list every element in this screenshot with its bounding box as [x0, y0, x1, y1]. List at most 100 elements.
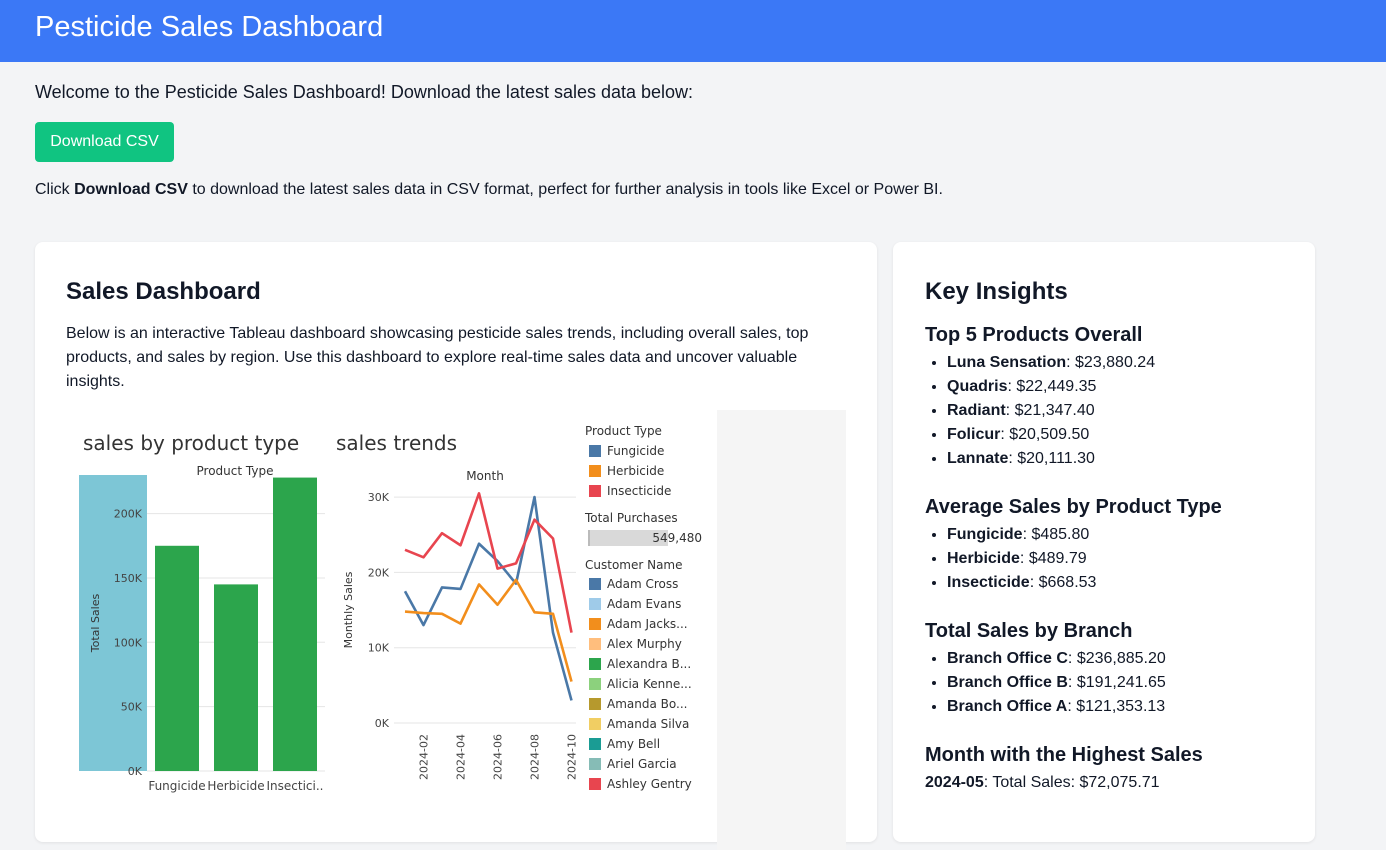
key-insights-card: Key Insights Top 5 Products Overall Luna…	[893, 242, 1315, 842]
list-item: Quadris: $22,449.35	[947, 375, 1155, 399]
item-name: Herbicide	[947, 550, 1020, 567]
legend-label: Amanda Bo...	[607, 697, 687, 711]
item-name: Fungicide	[947, 526, 1023, 543]
download-csv-button[interactable]: Download CSV	[35, 122, 174, 162]
bar-chart[interactable]: sales by product type Product Type Total…	[79, 431, 325, 793]
viz-scroll-area	[717, 410, 846, 850]
legend-swatch	[589, 578, 601, 590]
legend-label: Amy Bell	[607, 737, 660, 751]
item-name: Insecticide	[947, 574, 1030, 591]
legend-label: Ashley Gentry	[607, 777, 692, 791]
dashboard-title: Sales Dashboard	[66, 278, 261, 305]
legend-label: Amanda Silva	[607, 717, 689, 731]
line-series-herbicide[interactable]	[404, 578, 573, 682]
legend-label: Alexandra B...	[607, 657, 691, 671]
item-name: Quadris	[947, 378, 1008, 395]
line-y-axis-label: Monthly Sales	[342, 571, 355, 648]
item-value: : $489.79	[1019, 550, 1087, 567]
bar-y-tick-label: 150K	[114, 572, 143, 585]
total-purchases-bar-marker	[588, 530, 590, 546]
line-y-tick-label: 20K	[368, 566, 390, 579]
legend-label: Insecticide	[607, 484, 671, 498]
list-item: Luna Sensation: $23,880.24	[947, 351, 1155, 375]
download-note: Click Download CSV to download the lates…	[35, 181, 943, 199]
legend-label: Alicia Kenne...	[607, 677, 692, 691]
legend-label: Adam Evans	[607, 597, 681, 611]
item-name: Branch Office B	[947, 674, 1068, 691]
item-value: : $20,509.50	[1000, 426, 1090, 443]
item-value: : $20,111.30	[1008, 450, 1095, 467]
top-products-section: Top 5 Products Overall Luna Sensation: $…	[925, 324, 1155, 471]
bar-herbicide[interactable]	[214, 584, 258, 771]
list-item: Branch Office B: $191,241.65	[947, 671, 1166, 695]
bar-x-tick-label: Herbicide	[207, 779, 264, 793]
item-value: : $236,885.20	[1067, 650, 1166, 667]
item-name: Lannate	[947, 450, 1009, 467]
list-item: Folicur: $20,509.50	[947, 423, 1155, 447]
line-chart[interactable]: sales trends Month Monthly Sales 0K 10K 20…	[336, 431, 579, 780]
legend-total-purchases-title: Total Purchases	[584, 511, 678, 525]
highest-month-heading: Month with the Highest Sales	[925, 744, 1203, 766]
list-item: Branch Office C: $236,885.20	[947, 647, 1166, 671]
line-chart-title: sales trends	[336, 431, 457, 455]
legend-swatch	[589, 598, 601, 610]
item-value: : $22,449.35	[1007, 378, 1097, 395]
bar-insecticide[interactable]	[273, 477, 317, 771]
highest-month-value: 2024-05	[925, 774, 984, 791]
legend-swatch	[589, 618, 601, 630]
legend-swatch	[589, 698, 601, 710]
sales-dashboard-card: Sales Dashboard Below is an interactive …	[35, 242, 877, 850]
bar-y-tick-label: 200K	[114, 508, 143, 521]
item-name: Luna Sensation	[947, 354, 1067, 371]
legend-label: Adam Cross	[607, 577, 678, 591]
line-x-tick-label: 2024-08	[529, 734, 542, 780]
legend-panel: Product Type Fungicide Herbicide Insectici…	[584, 424, 702, 791]
by-branch-section: Total Sales by Branch Branch Office C: $…	[925, 620, 1166, 719]
item-name: Radiant	[947, 402, 1006, 419]
bar-fungicide[interactable]	[155, 545, 199, 771]
legend-swatch	[589, 485, 601, 497]
bar-y-tick-label: 50K	[121, 701, 143, 714]
line-y-tick-label: 30K	[368, 491, 390, 504]
note-prefix: Click	[35, 181, 75, 198]
item-name: Folicur	[947, 426, 1001, 443]
legend-swatch	[589, 758, 601, 770]
item-value: : $668.53	[1029, 574, 1097, 591]
legend-swatch	[589, 638, 601, 650]
line-x-tick-label: 2024-04	[455, 734, 468, 780]
legend-label: Fungicide	[607, 444, 664, 458]
line-y-tick-label: 10K	[368, 642, 390, 655]
top-products-heading: Top 5 Products Overall	[925, 324, 1143, 346]
line-chart-column-header: Month	[466, 469, 504, 483]
list-item: Radiant: $21,347.40	[947, 399, 1155, 423]
legend-swatch	[589, 465, 601, 477]
list-item: Lannate: $20,111.30	[947, 447, 1155, 471]
item-name: Branch Office C	[947, 650, 1068, 667]
by-branch-list: Branch Office C: $236,885.20 Branch Offi…	[925, 647, 1166, 719]
tableau-embed[interactable]: sales by product type Product Type Total…	[66, 410, 846, 850]
avg-by-type-list: Fungicide: $485.80 Herbicide: $489.79 In…	[925, 523, 1222, 595]
item-value: : $121,353.13	[1067, 698, 1166, 715]
bar-y-tick-label: 100K	[114, 636, 143, 649]
list-item: Fungicide: $485.80	[947, 523, 1222, 547]
line-x-tick-label: 2024-06	[492, 734, 505, 780]
top-products-list: Luna Sensation: $23,880.24 Quadris: $22,…	[925, 351, 1155, 471]
legend-label: Alex Murphy	[607, 637, 682, 651]
item-value: : $23,880.24	[1066, 354, 1156, 371]
highest-month-line: 2024-05: Total Sales: $72,075.71	[925, 771, 1203, 795]
legend-label: Herbicide	[607, 464, 664, 478]
list-item: Insecticide: $668.53	[947, 571, 1222, 595]
item-name: Branch Office A	[947, 698, 1068, 715]
bar-x-tick-label: Insectici..	[267, 779, 324, 793]
note-bold: Download CSV	[74, 181, 188, 198]
page-title: Pesticide Sales Dashboard	[35, 11, 384, 43]
line-x-tick-label: 2024-02	[418, 734, 431, 780]
item-value: : $191,241.65	[1067, 674, 1166, 691]
list-item: Herbicide: $489.79	[947, 547, 1222, 571]
legend-swatch	[589, 778, 601, 790]
insights-title: Key Insights	[925, 278, 1068, 305]
by-branch-heading: Total Sales by Branch	[925, 620, 1133, 642]
avg-by-type-section: Average Sales by Product Type Fungicide:…	[925, 496, 1222, 595]
legend-label: Adam Jacks...	[607, 617, 688, 631]
welcome-text: Welcome to the Pesticide Sales Dashboard…	[35, 82, 694, 102]
